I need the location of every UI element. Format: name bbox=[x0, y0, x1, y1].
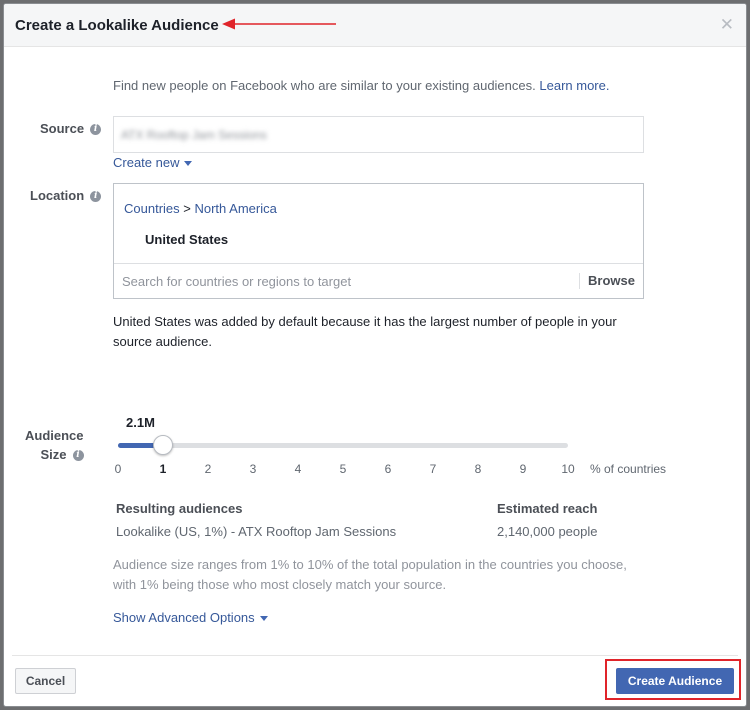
slider-tick[interactable]: 3 bbox=[243, 462, 263, 476]
create-audience-button[interactable]: Create Audience bbox=[616, 668, 734, 694]
resulting-audience-value: Lookalike (US, 1%) - ATX Rooftop Jam Ses… bbox=[116, 524, 397, 539]
dialog-header: Create a Lookalike Audience ✕ bbox=[4, 4, 746, 47]
footer-divider bbox=[12, 655, 738, 656]
estimated-reach-header: Estimated reach bbox=[497, 501, 598, 516]
estimated-reach-value: 2,140,000 people bbox=[497, 524, 598, 539]
slider-tick[interactable]: 6 bbox=[378, 462, 398, 476]
slider-tick[interactable]: 4 bbox=[288, 462, 308, 476]
annotation-arrow-icon bbox=[222, 18, 336, 30]
location-label: Location i bbox=[30, 188, 102, 203]
source-label-text: Source bbox=[40, 121, 85, 136]
dialog-title: Create a Lookalike Audience bbox=[15, 17, 219, 34]
location-search-input[interactable] bbox=[114, 264, 579, 298]
advanced-options-toggle[interactable]: Show Advanced Options bbox=[113, 610, 268, 625]
info-icon[interactable]: i bbox=[90, 124, 102, 136]
info-icon[interactable]: i bbox=[72, 450, 84, 462]
lookalike-dialog: Create a Lookalike Audience ✕ Find new p… bbox=[3, 3, 747, 707]
location-note: United States was added by default becau… bbox=[113, 314, 617, 349]
create-new-dropdown[interactable]: Create new bbox=[113, 155, 193, 170]
slider-tick[interactable]: 2 bbox=[198, 462, 218, 476]
slider-tick[interactable]: 7 bbox=[423, 462, 443, 476]
crumb-countries[interactable]: Countries bbox=[124, 201, 180, 216]
selected-country[interactable]: United States bbox=[145, 232, 228, 247]
location-box: Countries > North America United States … bbox=[113, 183, 644, 299]
slider-value: 2.1M bbox=[126, 415, 155, 430]
audience-size-label-line2: Size bbox=[40, 447, 67, 462]
slider-tick[interactable]: 10 bbox=[558, 462, 578, 476]
ticks-suffix: % of countries bbox=[590, 462, 667, 476]
range-note: Audience size ranges from 1% to 10% of t… bbox=[113, 557, 627, 592]
browse-button[interactable]: Browse bbox=[588, 273, 635, 288]
info-icon[interactable]: i bbox=[90, 191, 102, 203]
crumb-north-america[interactable]: North America bbox=[194, 201, 276, 216]
chevron-down-icon bbox=[259, 616, 268, 622]
slider-track[interactable] bbox=[118, 443, 568, 448]
location-label-text: Location bbox=[30, 188, 85, 203]
intro-text: Find new people on Facebook who are simi… bbox=[113, 78, 609, 93]
resulting-audiences-header: Resulting audiences bbox=[116, 501, 243, 516]
location-search: Browse bbox=[114, 263, 643, 298]
slider-tick[interactable]: 0 bbox=[108, 462, 128, 476]
crumb-separator: > bbox=[183, 201, 191, 216]
source-input[interactable]: ATX Rooftop Jam Sessions bbox=[113, 116, 644, 153]
close-icon[interactable]: ✕ bbox=[720, 16, 734, 33]
browse-divider bbox=[579, 273, 580, 289]
source-label: Source i bbox=[40, 121, 102, 136]
slider-tick[interactable]: 5 bbox=[333, 462, 353, 476]
slider-handle[interactable] bbox=[153, 435, 173, 455]
cancel-button[interactable]: Cancel bbox=[15, 668, 76, 694]
intro-description: Find new people on Facebook who are simi… bbox=[113, 78, 536, 93]
audience-size-label: Audience Size i bbox=[25, 426, 84, 464]
slider-tick[interactable]: 1 bbox=[153, 462, 173, 476]
create-new-label: Create new bbox=[113, 155, 180, 170]
location-breadcrumb: Countries > North America bbox=[124, 201, 277, 216]
slider-tick[interactable]: 9 bbox=[513, 462, 533, 476]
slider-tick[interactable]: 8 bbox=[468, 462, 488, 476]
chevron-down-icon bbox=[184, 161, 193, 167]
source-value: ATX Rooftop Jam Sessions bbox=[121, 128, 267, 142]
learn-more-link[interactable]: Learn more. bbox=[539, 78, 609, 93]
advanced-options-label: Show Advanced Options bbox=[113, 610, 255, 625]
audience-size-label-line1: Audience bbox=[25, 428, 84, 443]
